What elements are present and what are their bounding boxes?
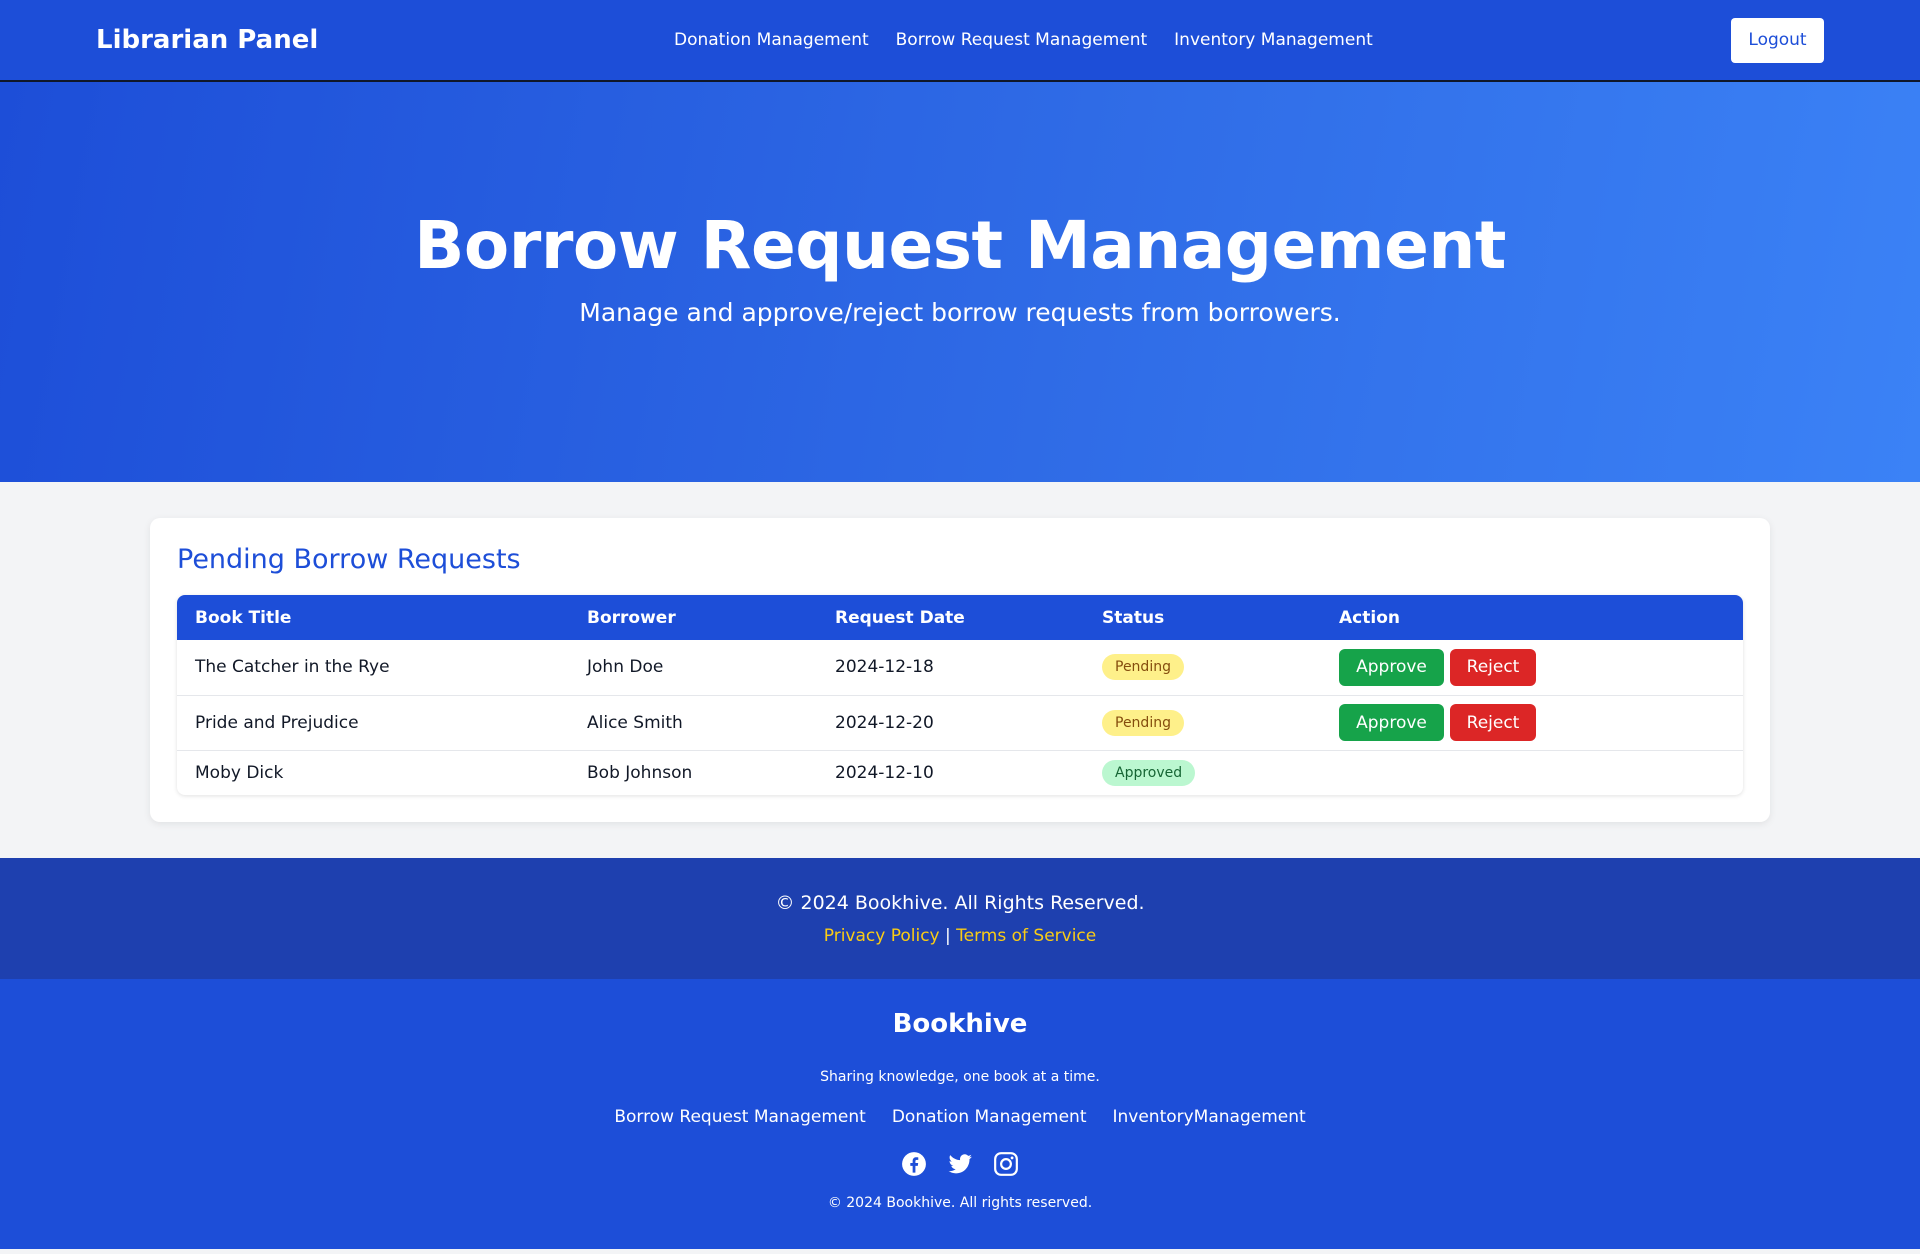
instagram-icon[interactable] (993, 1151, 1019, 1177)
footer-bottom-copyright: © 2024 Bookhive. All rights reserved. (827, 1195, 1093, 1211)
cell-request-date: 2024-12-10 (835, 762, 934, 783)
reject-button[interactable]: Reject (1450, 704, 1536, 741)
logout-button[interactable]: Logout (1731, 17, 1824, 63)
cell-status: Pending (1084, 640, 1321, 695)
brand-title: Librarian Panel (96, 25, 319, 55)
column-header-status: Status (1102, 607, 1165, 628)
requests-table: Book Title Borrower Request Date Status … (177, 595, 1743, 795)
cell-status: Approved (1084, 750, 1321, 795)
terms-of-service-link[interactable]: Terms of Service (956, 926, 1096, 946)
footer-links: Borrow Request Management Donation Manag… (614, 1107, 1305, 1127)
top-navbar: Librarian Panel Donation Management Borr… (0, 0, 1920, 82)
nav-links: Donation Management Borrow Request Manag… (674, 0, 1373, 80)
cell-borrower: Bob Johnson (587, 762, 693, 783)
page-title: Borrow Request Management (414, 207, 1506, 284)
approve-button[interactable]: Approve (1339, 648, 1444, 686)
footer-brand: Bookhive (892, 1009, 1028, 1039)
cell-action: Approve Reject (1321, 695, 1743, 750)
facebook-icon[interactable] (901, 1151, 927, 1177)
cell-borrower: John Doe (587, 657, 664, 678)
column-header-book-title: Book Title (195, 607, 292, 628)
table-row: Pride and Prejudice Alice Smith 2024-12-… (177, 695, 1743, 750)
footer-legal: © 2024 Bookhive. All Rights Reserved. Pr… (0, 858, 1920, 979)
link-separator: | (945, 925, 951, 946)
policy-links: Privacy Policy | Terms of Service (824, 926, 1097, 946)
footer-copyright: © 2024 Bookhive. All Rights Reserved. (775, 891, 1145, 914)
status-badge: Pending (1102, 709, 1184, 736)
footer-tagline: Sharing knowledge, one book at a time. (820, 1069, 1100, 1085)
page-subtitle: Manage and approve/reject borrow request… (579, 298, 1341, 327)
approve-button[interactable]: Approve (1339, 704, 1444, 741)
column-header-action: Action (1339, 607, 1400, 628)
cell-request-date: 2024-12-18 (835, 657, 934, 678)
twitter-icon[interactable] (947, 1151, 973, 1177)
footer-link-borrow-request-management[interactable]: Borrow Request Management (614, 1107, 866, 1127)
cell-action (1321, 750, 1743, 795)
reject-button[interactable]: Reject (1450, 648, 1536, 686)
status-badge: Approved (1102, 759, 1196, 786)
requests-table-wrapper: Book Title Borrower Request Date Status … (177, 595, 1743, 795)
requests-heading: Pending Borrow Requests (177, 544, 521, 575)
nav-link-inventory-management[interactable]: Inventory Management (1174, 30, 1373, 50)
table-row: Moby Dick Bob Johnson 2024-12-10 Approve… (177, 750, 1743, 795)
requests-card: Pending Borrow Requests Book Title Borro… (150, 518, 1770, 822)
footer-link-donation-management[interactable]: Donation Management (892, 1107, 1087, 1127)
nav-link-donation-management[interactable]: Donation Management (674, 30, 869, 50)
footer-main: Bookhive Sharing knowledge, one book at … (0, 979, 1920, 1249)
privacy-policy-link[interactable]: Privacy Policy (824, 926, 940, 946)
cell-action: Approve Reject (1321, 640, 1743, 695)
main-content: Pending Borrow Requests Book Title Borro… (0, 482, 1920, 858)
hero-banner: Borrow Request Management Manage and app… (0, 82, 1920, 482)
footer-link-inventory-management[interactable]: InventoryManagement (1112, 1107, 1305, 1127)
cell-borrower: Alice Smith (587, 712, 683, 733)
column-header-request-date: Request Date (835, 607, 965, 628)
nav-link-borrow-request-management[interactable]: Borrow Request Management (896, 30, 1148, 50)
cell-book-title: Moby Dick (195, 762, 284, 783)
table-row: The Catcher in the Rye John Doe 2024-12-… (177, 640, 1743, 695)
cell-book-title: Pride and Prejudice (195, 712, 359, 733)
table-header-row: Book Title Borrower Request Date Status … (177, 595, 1743, 640)
cell-request-date: 2024-12-20 (835, 712, 934, 733)
status-badge: Pending (1102, 654, 1184, 681)
cell-book-title: The Catcher in the Rye (195, 657, 390, 678)
social-links (901, 1151, 1019, 1177)
column-header-borrower: Borrower (587, 607, 676, 628)
cell-status: Pending (1084, 695, 1321, 750)
